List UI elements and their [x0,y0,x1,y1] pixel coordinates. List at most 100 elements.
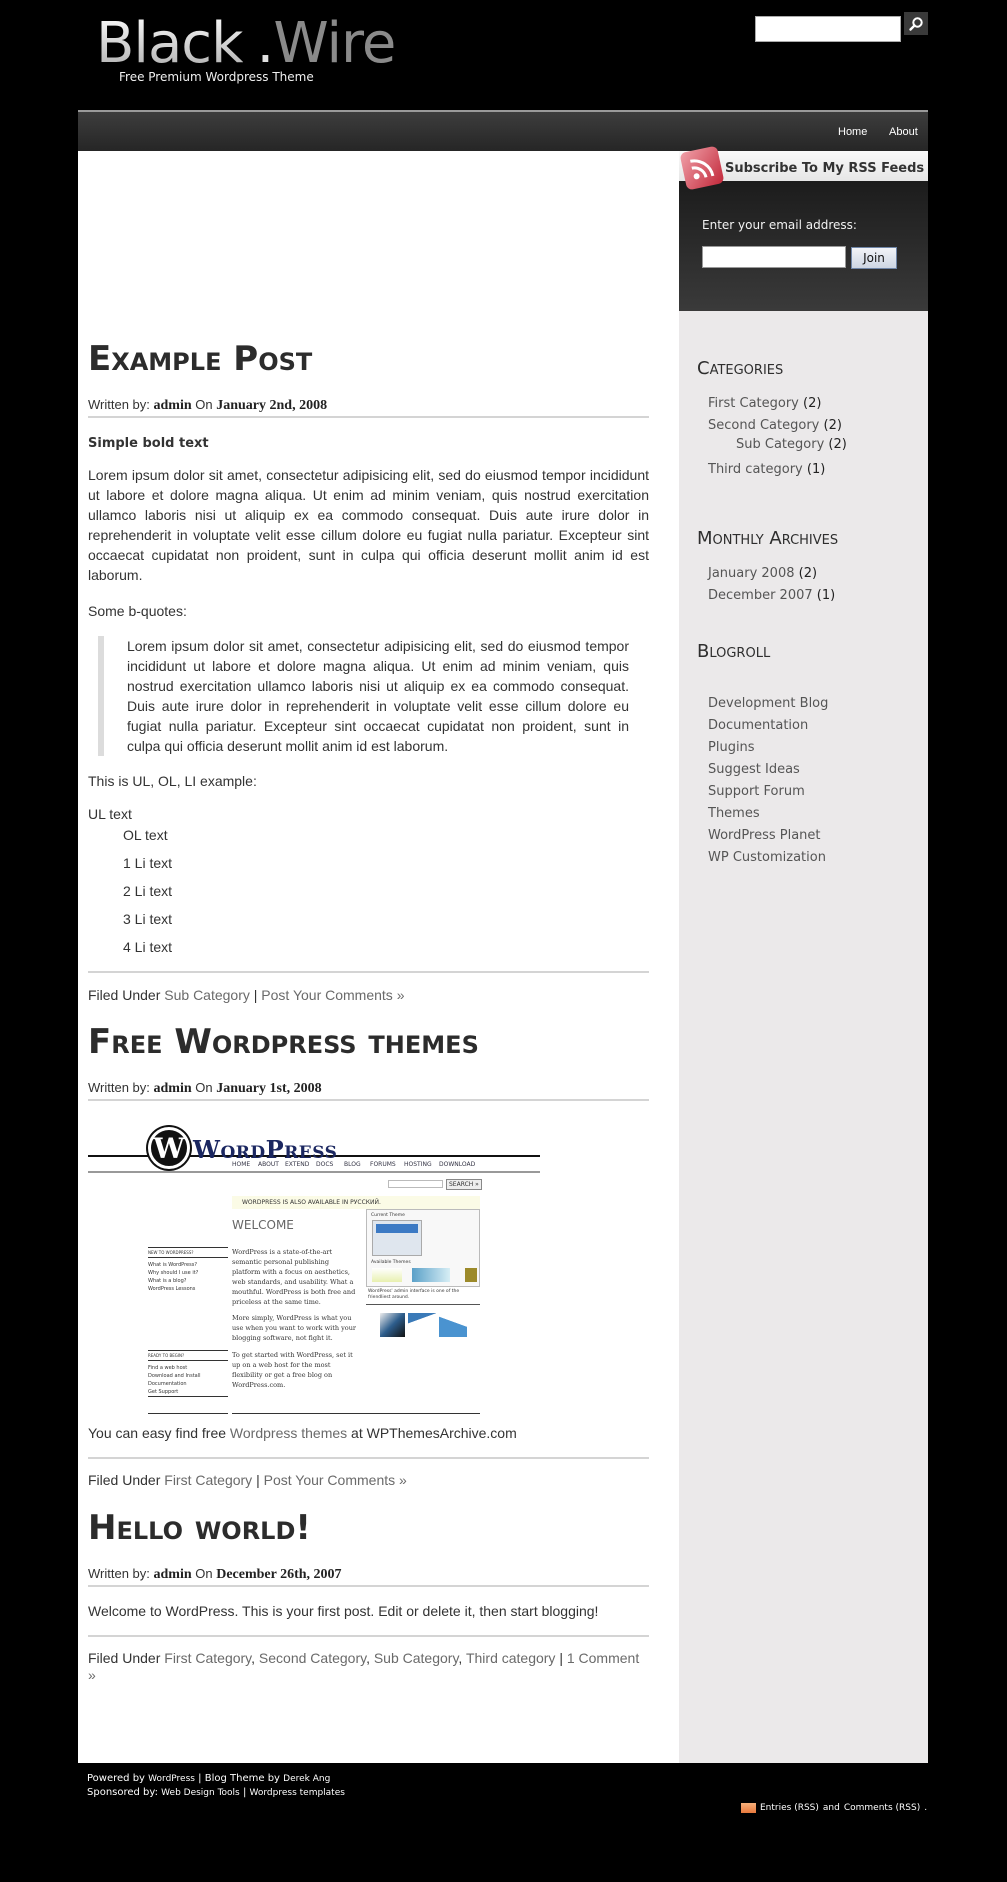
image-ready-heading: READY TO BEGIN? [148,1350,228,1361]
image-rule [88,1171,540,1173]
site-logo[interactable]: Black .Wire [96,11,396,76]
image-thumb [380,1313,405,1337]
separator: | [256,1472,260,1488]
post-paragraph: You can easy find free Wordpress themes … [88,1423,649,1443]
post-author: admin [153,1081,192,1096]
category-item[interactable]: First Category (2) [708,396,821,411]
filed-under-label: Filed Under [88,1650,161,1666]
category-count: (1) [806,462,826,477]
logo-word-black: Black [96,11,244,76]
blogroll-link[interactable]: WordPress Planet [708,828,821,843]
logo-word-wire: Wire [273,11,396,76]
join-button[interactable]: Join [851,247,897,269]
category-item[interactable]: Third category (1) [708,462,825,477]
written-by-label: Written by: [88,1080,150,1095]
sidebar [679,151,928,1763]
post-footer: Filed Under Sub Category | Post Your Com… [88,987,649,1004]
archive-label[interactable]: January 2008 [708,566,795,581]
image-theme-thumb [412,1268,450,1282]
written-by-label: Written by: [88,1566,150,1581]
image-link: Why should I use it? [148,1270,199,1276]
image-nav-item: BLOG [344,1161,361,1168]
email-label: Enter your email address: [702,218,857,232]
comments-link[interactable]: Post Your Comments » [261,987,404,1003]
separator: | [242,1787,247,1798]
footer-sponsors: Sponsored by: Web Design Tools | Wordpre… [87,1787,345,1798]
blogroll-link[interactable]: Themes [708,806,760,821]
image-link: Download and Install [148,1373,201,1379]
nav-about[interactable]: About [889,126,918,138]
image-search-box [388,1180,443,1188]
wordpress-link[interactable]: WordPress [148,1774,195,1784]
blogroll-link[interactable]: Support Forum [708,784,805,799]
blockquote: Lorem ipsum dolor sit amet, consectetur … [98,636,629,756]
divider [88,1457,649,1459]
divider [88,1635,649,1637]
search-button[interactable] [904,12,928,35]
post-date: January 1st, 2008 [216,1081,322,1096]
image-body-3: To get started with WordPress, set it up… [232,1351,353,1389]
image-link: What is WordPress? [148,1262,197,1268]
image-current-theme: Current Theme [371,1213,405,1218]
wordpress-themes-link[interactable]: Wordpress themes [230,1425,347,1441]
image-available-themes: Available Themes [371,1260,411,1265]
theme-author-link[interactable]: Derek Ang [283,1774,330,1784]
blogroll-link[interactable]: Plugins [708,740,755,755]
archive-label[interactable]: December 2007 [708,588,813,603]
subscribe-widget: Subscribe To My RSS Feeds Enter your ema… [679,145,928,311]
image-logo-text: WordPress [193,1135,338,1164]
category-item[interactable]: Sub Category (2) [736,437,847,452]
rss-feed-icon [679,145,725,191]
comments-link[interactable]: Post Your Comments » [264,1472,407,1488]
category-link[interactable]: First Category [164,1650,251,1666]
post-author: admin [153,1567,192,1582]
image-thumb [439,1313,467,1337]
post-title[interactable]: Hello world! [88,1508,311,1548]
category-item[interactable]: Second Category (2) [708,418,842,433]
category-link[interactable]: Sub Category [374,1650,459,1666]
blogroll-link[interactable]: Suggest Ideas [708,762,800,777]
sponsor-link[interactable]: Web Design Tools [161,1788,240,1798]
archive-item[interactable]: December 2007 (1) [708,588,835,603]
category-count: (2) [828,437,847,452]
image-link: What is a blog? [148,1278,187,1284]
category-link[interactable]: Third category [466,1650,555,1666]
category-link[interactable]: Second Category [259,1650,366,1666]
category-label[interactable]: Sub Category [736,437,824,452]
blogroll-link[interactable]: Documentation [708,718,808,733]
email-input[interactable] [702,246,846,268]
comments-rss-link[interactable]: Comments (RSS) [844,1803,920,1813]
category-label[interactable]: First Category [708,396,799,411]
text-before: You can easy find free [88,1425,227,1441]
sponsored-label: Sponsored by: [87,1787,158,1798]
rss-icon [741,1803,756,1813]
image-nav-item: HOSTING [404,1161,432,1168]
blogroll-link[interactable]: WP Customization [708,850,826,865]
post-footer: Filed Under First Category, Second Categ… [88,1650,640,1683]
category-label[interactable]: Third category [708,462,803,477]
sponsor-link[interactable]: Wordpress templates [250,1788,345,1798]
image-rule [148,1413,228,1414]
nav-home[interactable]: Home [838,126,867,138]
on-label: On [195,397,213,412]
image-new-links: What is WordPress? Why should I use it? … [148,1261,198,1293]
archive-count: (1) [816,588,836,603]
post-title[interactable]: Example Post [88,339,312,379]
category-link[interactable]: First Category [164,1472,252,1488]
main-content: Example Post Written by: admin On Januar… [78,151,679,1763]
search-icon [909,16,923,31]
search-input[interactable] [755,16,901,42]
post-meta: Written by: admin On December 26th, 2007 [88,1566,649,1587]
archive-item[interactable]: January 2008 (2) [708,566,817,581]
ol-text: OL text [123,827,168,843]
blogroll-link[interactable]: Development Blog [708,696,828,711]
text-after: at WPThemesArchive.com [351,1425,517,1441]
list-item: 1 Li text [123,855,173,871]
image-new-heading: NEW TO WORDPRESS? [148,1247,228,1258]
image-welcome: WELCOME [232,1218,294,1232]
post-title[interactable]: Free Wordpress themes [88,1022,479,1062]
category-link[interactable]: Sub Category [164,987,250,1003]
image-search-button: SEARCH » [446,1179,482,1190]
entries-rss-link[interactable]: Entries (RSS) [760,1803,819,1813]
category-label[interactable]: Second Category [708,418,819,433]
